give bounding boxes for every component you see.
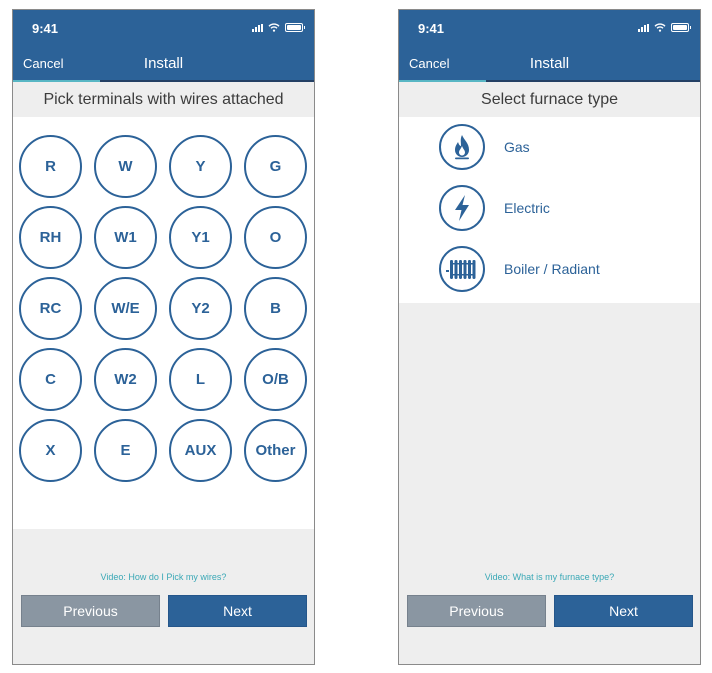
furnace-option-label: Gas	[504, 139, 530, 155]
page-title: Select furnace type	[399, 83, 700, 116]
progress-fill	[399, 80, 487, 82]
phone-screen-furnace: 9:41 Cancel Install Select furnace type	[398, 9, 701, 665]
next-button[interactable]: Next	[168, 595, 307, 627]
terminal-button[interactable]: W/E	[94, 277, 157, 340]
terminal-button[interactable]: RH	[19, 206, 82, 269]
terminal-button[interactable]: Y1	[169, 206, 232, 269]
phone-screen-terminals: 9:41 Cancel Install Pick terminals with …	[12, 9, 315, 665]
progress-fill	[13, 80, 101, 82]
terminal-button[interactable]: C	[19, 348, 82, 411]
terminal-button[interactable]: AUX	[169, 419, 232, 482]
progress-bar	[399, 80, 700, 82]
furnace-option-label: Boiler / Radiant	[504, 261, 600, 277]
next-button[interactable]: Next	[554, 595, 693, 627]
page-title: Pick terminals with wires attached	[13, 83, 314, 116]
terminal-button[interactable]: B	[244, 277, 307, 340]
previous-button[interactable]: Previous	[21, 595, 160, 627]
terminal-button[interactable]: E	[94, 419, 157, 482]
progress-bar	[13, 80, 314, 82]
video-link[interactable]: Video: What is my furnace type?	[399, 572, 700, 582]
status-icons	[638, 23, 691, 32]
terminal-button[interactable]: RC	[19, 277, 82, 340]
terminal-button[interactable]: Y	[169, 135, 232, 198]
battery-icon	[285, 23, 305, 32]
terminal-grid: R W Y G RH W1 Y1 O RC W/E Y2 B C W2 L O/B X E AUX Other	[19, 135, 312, 482]
wifi-icon	[654, 23, 666, 32]
terminal-button[interactable]: W	[94, 135, 157, 198]
navigation-bar: 9:41 Cancel Install	[13, 10, 314, 82]
wifi-icon	[268, 23, 280, 32]
furnace-type-list: Gas Electric Boiler / Radiant	[399, 117, 700, 300]
lightning-bolt-icon	[439, 185, 485, 231]
battery-icon	[671, 23, 691, 32]
nav-title: Install	[143, 55, 184, 72]
furnace-option-electric[interactable]: Electric	[399, 178, 700, 239]
radiator-icon	[439, 246, 485, 292]
furnace-option-label: Electric	[504, 200, 550, 216]
furnace-option-boiler-radiant[interactable]: Boiler / Radiant	[399, 239, 700, 300]
status-time: 9:41	[32, 21, 59, 36]
terminal-button[interactable]: R	[19, 135, 82, 198]
furnace-option-gas[interactable]: Gas	[399, 117, 700, 178]
previous-button[interactable]: Previous	[407, 595, 546, 627]
video-link[interactable]: Video: How do I Pick my wires?	[13, 572, 314, 582]
status-time: 9:41	[418, 21, 445, 36]
terminal-button[interactable]: Other	[244, 419, 307, 482]
terminal-button[interactable]: O/B	[244, 348, 307, 411]
flame-icon	[439, 124, 485, 170]
signal-icon	[252, 23, 263, 32]
signal-icon	[638, 23, 649, 32]
terminal-button[interactable]: W1	[94, 206, 157, 269]
status-icons	[252, 23, 305, 32]
terminal-button[interactable]: Y2	[169, 277, 232, 340]
terminal-button[interactable]: O	[244, 206, 307, 269]
terminal-button[interactable]: W2	[94, 348, 157, 411]
navigation-bar: 9:41 Cancel Install	[399, 10, 700, 82]
nav-title: Install	[529, 55, 570, 72]
terminal-button[interactable]: G	[244, 135, 307, 198]
terminal-button[interactable]: L	[169, 348, 232, 411]
terminal-button[interactable]: X	[19, 419, 82, 482]
